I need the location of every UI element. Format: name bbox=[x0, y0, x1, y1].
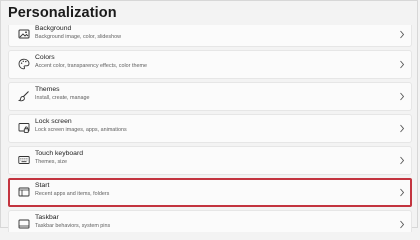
palette-icon bbox=[18, 58, 30, 70]
brush-icon bbox=[18, 90, 30, 102]
chevron-right-icon bbox=[399, 188, 405, 197]
settings-item-subtitle: Recent apps and items, folders bbox=[35, 190, 110, 197]
settings-item-subtitle: Taskbar behaviors, system pins bbox=[35, 222, 111, 229]
settings-item-touch-keyboard[interactable]: Touch keyboard Themes, size bbox=[8, 146, 412, 175]
lock-screen-icon bbox=[18, 122, 30, 134]
settings-item-subtitle: Background image, color, slideshow bbox=[35, 33, 121, 40]
image-icon bbox=[18, 28, 30, 40]
settings-item-title: Themes bbox=[35, 86, 60, 93]
chevron-right-icon bbox=[399, 220, 405, 229]
chevron-right-icon bbox=[399, 30, 405, 39]
settings-item-taskbar[interactable]: Taskbar Taskbar behaviors, system pins bbox=[8, 210, 412, 232]
settings-item-title: Start bbox=[35, 182, 50, 189]
keyboard-icon bbox=[18, 154, 30, 166]
taskbar-icon bbox=[18, 218, 30, 230]
settings-item-lock-screen[interactable]: Lock screen Lock screen images, apps, an… bbox=[8, 114, 412, 143]
settings-item-title: Taskbar bbox=[35, 214, 59, 221]
settings-item-subtitle: Accent color, transparency effects, colo… bbox=[35, 62, 147, 69]
settings-item-title: Background bbox=[35, 25, 72, 32]
chevron-right-icon bbox=[399, 92, 405, 101]
settings-list: Background Background image, color, slid… bbox=[8, 25, 412, 232]
settings-item-colors[interactable]: Colors Accent color, transparency effect… bbox=[8, 50, 412, 79]
start-menu-icon bbox=[18, 186, 30, 198]
page-title: Personalization bbox=[8, 5, 117, 21]
settings-item-subtitle: Install, create, manage bbox=[35, 94, 90, 101]
settings-item-background[interactable]: Background Background image, color, slid… bbox=[8, 25, 412, 47]
settings-item-title: Colors bbox=[35, 54, 55, 61]
chevron-right-icon bbox=[399, 60, 405, 69]
settings-item-subtitle: Themes, size bbox=[35, 158, 68, 165]
settings-item-title: Lock screen bbox=[35, 118, 72, 125]
settings-item-themes[interactable]: Themes Install, create, manage bbox=[8, 82, 412, 111]
settings-item-subtitle: Lock screen images, apps, animations bbox=[35, 126, 127, 133]
settings-item-start[interactable]: Start Recent apps and items, folders bbox=[8, 178, 412, 207]
chevron-right-icon bbox=[399, 156, 405, 165]
settings-item-title: Touch keyboard bbox=[35, 150, 83, 157]
chevron-right-icon bbox=[399, 124, 405, 133]
